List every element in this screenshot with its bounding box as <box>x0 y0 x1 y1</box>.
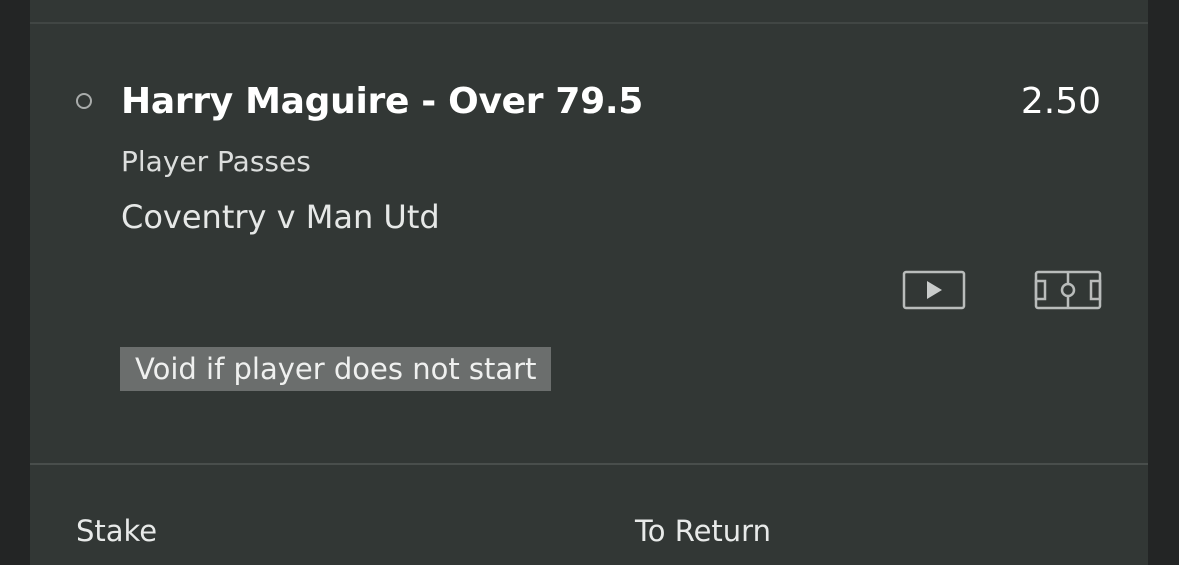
top-divider <box>30 22 1148 24</box>
bet-slip-card: Harry Maguire - Over 79.5 2.50 Player Pa… <box>30 0 1148 565</box>
event-name: Coventry v Man Utd <box>121 198 440 236</box>
selection-title: Harry Maguire - Over 79.5 <box>121 81 644 122</box>
void-note-badge: Void if player does not start <box>120 347 552 391</box>
pitch-stats-icon[interactable] <box>1034 270 1102 310</box>
stake-label: Stake <box>76 514 158 548</box>
play-video-icon[interactable] <box>902 270 966 310</box>
to-return-label: To Return <box>635 514 771 548</box>
selection-radio-icon[interactable] <box>76 93 92 109</box>
odds-value[interactable]: 2.50 <box>1021 80 1101 124</box>
stake-divider <box>30 463 1148 465</box>
market-name: Player Passes <box>121 145 311 178</box>
bet-slip-frame: Harry Maguire - Over 79.5 2.50 Player Pa… <box>0 0 1179 565</box>
